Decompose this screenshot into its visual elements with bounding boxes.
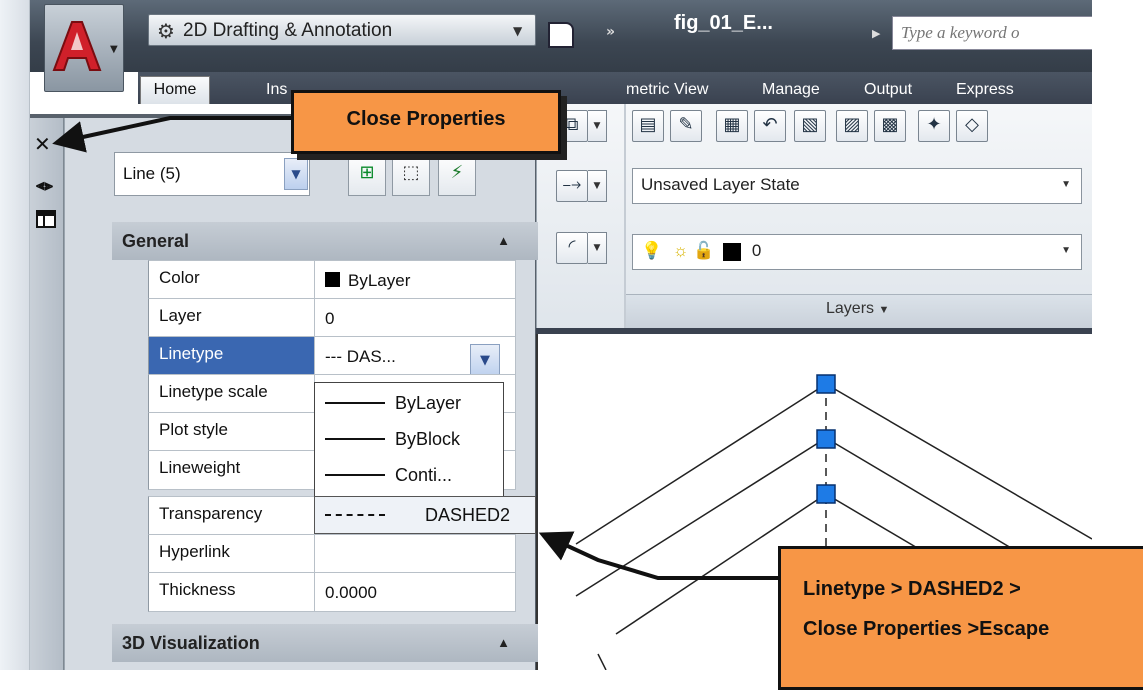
steps-callout: Linetype > DASHED2 > Close Properties >E… — [778, 546, 1143, 690]
close-properties-callout: Close Properties — [291, 90, 561, 154]
callout-text-line: Linetype > DASHED2 > — [803, 578, 1021, 600]
callout-text-line: Close Properties >Escape — [803, 618, 1050, 640]
arrow-to-close-icon — [52, 116, 292, 153]
arrow-to-dashed2 — [538, 531, 778, 580]
callout-text: Close Properties — [346, 108, 506, 130]
